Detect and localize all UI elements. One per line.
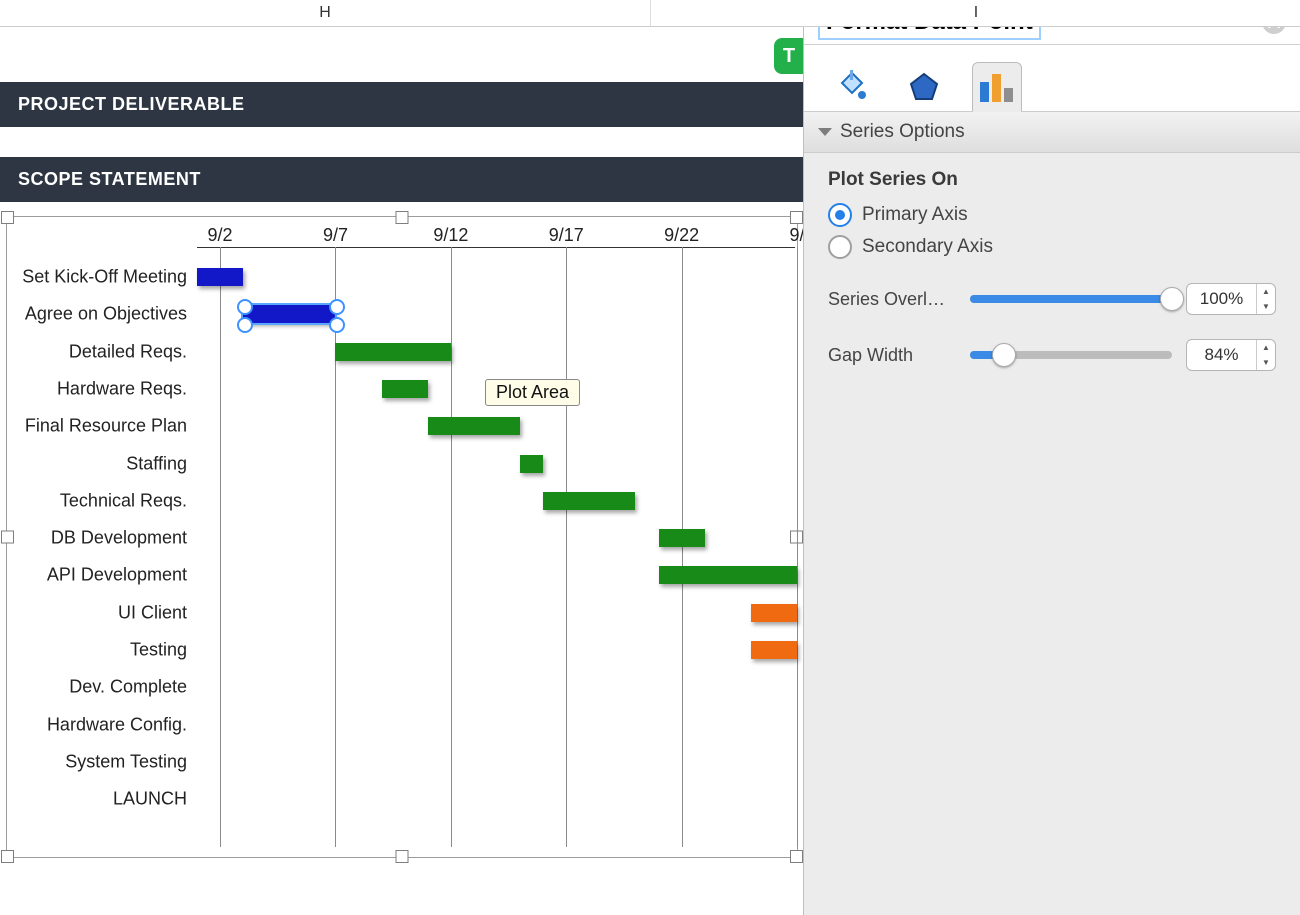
gantt-bar[interactable] — [520, 455, 543, 473]
plot-area[interactable] — [197, 247, 795, 847]
task-label: Detailed Reqs. — [69, 341, 187, 362]
primary-axis-label: Primary Axis — [862, 204, 968, 226]
date-tick: 9/17 — [549, 225, 584, 246]
format-panel-tabs — [804, 45, 1300, 111]
datapoint-handle[interactable] — [237, 317, 253, 333]
gantt-bar[interactable] — [751, 641, 797, 659]
column-header-row: H I — [0, 0, 1300, 27]
task-label: Final Resource Plan — [25, 416, 187, 437]
gap-width-value: 84% — [1187, 340, 1256, 370]
resize-handle[interactable] — [1, 211, 14, 224]
gantt-bar[interactable] — [659, 529, 705, 547]
series-options-tab[interactable] — [972, 62, 1022, 112]
gantt-bar[interactable] — [659, 566, 797, 584]
secondary-axis-radio[interactable]: Secondary Axis — [828, 235, 1276, 259]
gap-width-input[interactable]: 84% ▲ ▼ — [1186, 339, 1276, 371]
task-label: Dev. Complete — [69, 677, 187, 698]
series-overlap-input[interactable]: 100% ▲ ▼ — [1186, 283, 1276, 315]
task-label: API Development — [47, 565, 187, 586]
shape-tab[interactable] — [900, 63, 948, 111]
toolbar-green-button[interactable]: T — [774, 38, 804, 74]
datapoint-handle[interactable] — [329, 317, 345, 333]
stepper-up-icon[interactable]: ▲ — [1257, 284, 1275, 299]
task-label: Hardware Config. — [47, 714, 187, 735]
gridline — [335, 247, 336, 847]
task-label: System Testing — [65, 751, 187, 772]
stepper-down-icon[interactable]: ▼ — [1257, 299, 1275, 314]
gridline — [451, 247, 452, 847]
gantt-bar[interactable] — [382, 380, 428, 398]
gantt-bar[interactable] — [751, 604, 797, 622]
chevron-down-icon — [818, 128, 832, 136]
task-label: Hardware Reqs. — [57, 378, 187, 399]
task-label: Technical Reqs. — [60, 490, 187, 511]
gap-width-row: Gap Width 84% ▲ ▼ — [828, 339, 1276, 371]
datapoint-handle[interactable] — [329, 299, 345, 315]
plot-series-on-label: Plot Series On — [828, 169, 1276, 191]
gantt-chart[interactable]: 9/29/79/129/179/229/ Set Kick-Off Meetin… — [6, 216, 798, 858]
gantt-bar[interactable] — [197, 268, 243, 286]
task-label: Staffing — [126, 453, 187, 474]
resize-handle[interactable] — [1, 850, 14, 863]
task-label: DB Development — [51, 528, 187, 549]
date-axis: 9/29/79/129/179/229/ — [197, 225, 795, 245]
gantt-bar[interactable] — [428, 417, 520, 435]
series-overlap-value: 100% — [1187, 284, 1256, 314]
task-axis: Set Kick-Off Meeting Agree on Objectives D… — [7, 247, 195, 847]
column-header-I[interactable]: I — [651, 0, 1300, 26]
stepper-down-icon[interactable]: ▼ — [1257, 355, 1275, 370]
gridline — [220, 247, 221, 847]
plot-area-tooltip: Plot Area — [485, 379, 580, 406]
series-options-header[interactable]: Series Options — [804, 111, 1300, 153]
task-label: Testing — [130, 640, 187, 661]
gantt-bar[interactable] — [335, 343, 450, 361]
gap-width-slider[interactable] — [970, 351, 1172, 359]
secondary-axis-label: Secondary Axis — [862, 236, 993, 258]
column-header-H[interactable]: H — [0, 0, 651, 26]
stepper-up-icon[interactable]: ▲ — [1257, 340, 1275, 355]
project-deliverable-header: PROJECT DELIVERABLE — [0, 82, 804, 127]
resize-handle[interactable] — [396, 211, 409, 224]
task-label: Set Kick-Off Meeting — [22, 267, 187, 288]
fill-tab[interactable] — [828, 63, 876, 111]
date-tick: 9/12 — [433, 225, 468, 246]
gantt-bar[interactable] — [543, 492, 635, 510]
series-overlap-slider[interactable] — [970, 295, 1172, 303]
gap-width-label: Gap Width — [828, 345, 956, 366]
radio-icon — [828, 203, 852, 227]
series-options-label: Series Options — [840, 121, 965, 143]
resize-handle[interactable] — [790, 211, 803, 224]
task-label: LAUNCH — [113, 789, 187, 810]
slider-thumb[interactable] — [1160, 287, 1184, 311]
date-tick: 9/7 — [323, 225, 348, 246]
date-tick: 9/22 — [664, 225, 699, 246]
primary-axis-radio[interactable]: Primary Axis — [828, 203, 1276, 227]
resize-handle[interactable] — [396, 850, 409, 863]
task-label: UI Client — [118, 602, 187, 623]
worksheet-area: T PROJECT DELIVERABLE SCOPE STATEMENT 9/… — [0, 26, 804, 915]
series-overlap-label: Series Overl… — [828, 289, 956, 310]
date-tick: 9/2 — [208, 225, 233, 246]
resize-handle[interactable] — [790, 850, 803, 863]
scope-statement-header: SCOPE STATEMENT — [0, 157, 804, 202]
gridline — [566, 247, 567, 847]
axis-line — [197, 247, 795, 248]
series-options-body: Plot Series On Primary Axis Secondary Ax… — [804, 153, 1300, 371]
task-label: Agree on Objectives — [25, 304, 187, 325]
slider-thumb[interactable] — [992, 343, 1016, 367]
gridline — [797, 247, 798, 847]
format-panel: Format Data Point Series Options Plot Se… — [803, 0, 1300, 915]
series-overlap-row: Series Overl… 100% ▲ ▼ — [828, 283, 1276, 315]
gantt-bar[interactable] — [243, 305, 335, 323]
radio-icon — [828, 235, 852, 259]
